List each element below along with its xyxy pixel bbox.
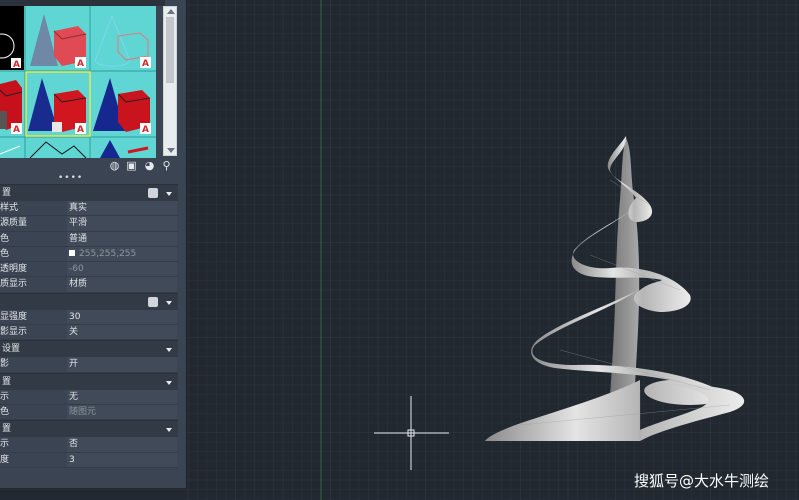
- materials-editor-icon[interactable]: ▣: [125, 159, 138, 172]
- section-title: 置: [2, 188, 12, 198]
- section-title: 设置: [2, 344, 21, 355]
- property-label: 透明度: [0, 264, 28, 275]
- watermark: 搜狐号@大水牛测绘: [634, 472, 770, 490]
- property-value-text: 否: [69, 439, 79, 450]
- property-value-text: 真实: [69, 203, 88, 213]
- svg-text:A: A: [13, 60, 20, 70]
- property-section-header[interactable]: 置: [0, 184, 178, 201]
- property-value[interactable]: 30: [67, 309, 177, 325]
- tool-palette-grid: A A A A A A: [0, 6, 156, 158]
- quick-select-icon[interactable]: [148, 188, 158, 198]
- tile-cone-box-shaded[interactable]: A: [30, 14, 87, 69]
- property-row[interactable]: 影显示 关: [0, 325, 178, 341]
- tool-palette[interactable]: A A A A A A: [0, 6, 156, 158]
- section-title: 置: [2, 424, 12, 435]
- chevron-down-icon[interactable]: [166, 348, 172, 353]
- property-value[interactable]: 关: [67, 325, 177, 340]
- property-value[interactable]: 材质: [67, 277, 177, 292]
- scroll-thumb[interactable]: [166, 17, 174, 83]
- property-row[interactable]: 色 255,255,255: [0, 246, 178, 263]
- property-section-header[interactable]: 置: [0, 420, 178, 438]
- property-value-text: 30: [69, 311, 81, 322]
- svg-text:A: A: [77, 59, 84, 69]
- property-value-text: 随图元: [69, 406, 97, 417]
- svg-text:A: A: [142, 59, 149, 69]
- tile-cone-box-wireframe[interactable]: A: [94, 14, 151, 69]
- search-icon[interactable]: ⚲: [160, 159, 173, 172]
- property-value[interactable]: 真实: [67, 201, 177, 216]
- property-value-text: 255,255,255: [79, 248, 137, 259]
- property-label: 色: [0, 233, 10, 244]
- property-row[interactable]: 样式 真实: [0, 201, 178, 217]
- property-value-text: 平滑: [69, 218, 88, 229]
- property-row[interactable]: 质显示 材质: [0, 277, 178, 293]
- tool-palette-scrollbar[interactable]: [163, 6, 177, 156]
- property-value-text: 开: [69, 359, 79, 370]
- property-section-header[interactable]: 置: [0, 372, 178, 390]
- property-value[interactable]: 否: [67, 437, 177, 452]
- property-value[interactable]: 无: [67, 389, 177, 404]
- property-row[interactable]: 示否: [0, 437, 178, 453]
- property-value-text: -60: [69, 264, 84, 275]
- chevron-down-icon[interactable]: [166, 192, 172, 196]
- property-label: 源质量: [0, 218, 28, 229]
- material-sphere-icon[interactable]: ◕: [143, 159, 156, 172]
- property-row[interactable]: 度3: [0, 452, 178, 468]
- property-section-header[interactable]: [0, 292, 178, 310]
- property-row[interactable]: 源质量 平滑: [0, 216, 178, 232]
- helical-surface-model[interactable]: [485, 136, 745, 441]
- quick-select-icon[interactable]: [148, 296, 158, 307]
- chevron-down-icon[interactable]: [166, 380, 172, 385]
- property-label: 示: [0, 439, 10, 450]
- svg-text:A: A: [142, 125, 149, 135]
- tile-cube-red[interactable]: A: [0, 80, 23, 135]
- property-label: 色: [0, 406, 10, 417]
- property-row[interactable]: 色 随图元: [0, 404, 178, 421]
- property-value-text: 普通: [69, 233, 88, 244]
- section-title: 置: [2, 376, 12, 387]
- material-browser-icon[interactable]: ◍: [108, 159, 121, 172]
- property-value[interactable]: -60: [67, 262, 177, 277]
- property-label: 色: [0, 248, 10, 259]
- property-value[interactable]: 255,255,255: [67, 246, 177, 262]
- property-row[interactable]: 示无: [0, 389, 178, 405]
- property-label: 影显示: [0, 327, 28, 338]
- property-section-header[interactable]: 设置: [0, 340, 178, 358]
- property-value[interactable]: 平滑: [67, 216, 177, 231]
- property-row[interactable]: 显强度 30: [0, 309, 178, 326]
- scroll-down-icon[interactable]: [167, 148, 175, 153]
- property-value[interactable]: 普通: [67, 231, 177, 246]
- crosshair-cursor[interactable]: [374, 396, 449, 470]
- property-label: 度: [0, 454, 10, 465]
- visual-style-properties: 置样式 真实 源质量 平滑色普通色 255,255,255 透明度 -60 质显示 材质 显强度 3…: [0, 184, 178, 468]
- property-label: 显强度: [0, 311, 28, 322]
- property-value-text: 无: [69, 391, 79, 402]
- property-label: 示: [0, 391, 10, 402]
- property-value[interactable]: 随图元: [67, 404, 177, 420]
- tile-box-outline[interactable]: A: [0, 6, 24, 70]
- property-value-text: 3: [69, 454, 75, 465]
- scroll-up-icon[interactable]: [167, 9, 175, 14]
- properties-palette[interactable]: A A A A A A ◍ ▣ ◕ ⚲ •••• 置 样式 真实 源质量 平滑 …: [0, 0, 187, 488]
- chevron-down-icon[interactable]: [166, 428, 172, 433]
- tile-cone-box-conceptual[interactable]: A: [93, 78, 151, 135]
- tile-row-3[interactable]: [0, 140, 149, 158]
- property-value-text: 材质: [69, 279, 88, 290]
- property-value-text: 关: [69, 327, 79, 338]
- property-row[interactable]: 透明度 -60: [0, 262, 178, 278]
- property-row[interactable]: 影开: [0, 357, 178, 373]
- svg-text:A: A: [77, 125, 84, 135]
- property-label: 样式: [0, 203, 19, 213]
- property-value[interactable]: 开: [67, 357, 177, 372]
- property-value[interactable]: 3: [67, 452, 177, 467]
- tile-cone-box-realistic[interactable]: A: [25, 71, 91, 137]
- property-label: 影: [0, 359, 10, 370]
- chevron-down-icon[interactable]: [166, 300, 172, 305]
- property-label: 质显示: [0, 279, 28, 290]
- color-swatch: [69, 249, 75, 256]
- palette-toolbar: ◍ ▣ ◕ ⚲: [100, 158, 180, 174]
- property-row[interactable]: 色 普通: [0, 231, 178, 247]
- panel-resize-grip[interactable]: ••••: [58, 174, 82, 183]
- svg-text:A: A: [13, 125, 20, 135]
